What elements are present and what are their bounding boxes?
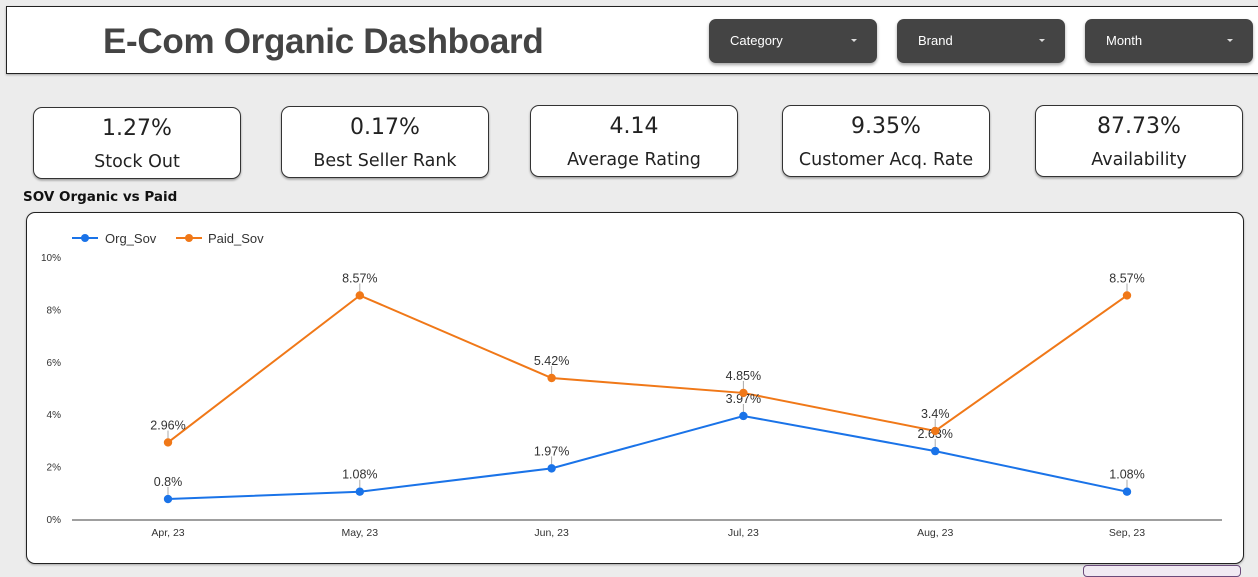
- data-point-org-sov[interactable]: [355, 487, 364, 496]
- x-tick-label: Jul, 23: [728, 527, 759, 539]
- legend-item-org-sov[interactable]: Org_Sov: [72, 231, 157, 246]
- y-axis: 0% 2% 4% 6% 8% 10%: [41, 253, 61, 526]
- data-label-paid-sov: 5.42%: [534, 354, 569, 368]
- data-point-org-sov[interactable]: [1122, 487, 1132, 496]
- x-tick-label: May, 23: [342, 527, 379, 539]
- data-label-org-sov: 1.08%: [1109, 468, 1144, 482]
- series-org-sov: [167, 414, 1128, 501]
- x-tick-label: Sep, 23: [1109, 527, 1145, 539]
- chart-series: 0.8%1.08%1.97%3.97%2.63%1.08%2.96%8.57%5…: [150, 271, 1145, 504]
- y-tick-label: 10%: [41, 253, 61, 264]
- x-tick-label: Aug, 23: [917, 527, 953, 539]
- data-point-paid-sov[interactable]: [739, 388, 748, 398]
- series-line-org-sov: [167, 414, 1128, 501]
- y-tick-label: 6%: [47, 358, 62, 369]
- legend-marker-paid-sov: [185, 234, 193, 242]
- next-panel-edge: [1083, 565, 1241, 577]
- data-label-paid-sov: 8.57%: [1109, 271, 1144, 285]
- data-point-org-sov[interactable]: [547, 464, 556, 473]
- data-point-paid-sov[interactable]: [1122, 291, 1132, 300]
- series-paid-sov: [167, 294, 1128, 444]
- data-point-paid-sov[interactable]: [931, 426, 940, 436]
- y-tick-label: 0%: [47, 515, 62, 526]
- data-point-paid-sov[interactable]: [547, 373, 556, 383]
- x-tick-label: Apr, 23: [151, 527, 184, 539]
- data-point-org-sov[interactable]: [163, 494, 173, 504]
- legend-marker-org-sov: [81, 234, 89, 242]
- legend-item-paid-sov[interactable]: Paid_Sov: [176, 231, 264, 246]
- data-point-org-sov[interactable]: [931, 446, 940, 456]
- data-label-org-sov: 0.8%: [154, 475, 183, 489]
- data-label-paid-sov: 2.96%: [150, 418, 185, 432]
- legend-label-paid-sov: Paid_Sov: [208, 231, 264, 246]
- data-label-paid-sov: 3.4%: [921, 407, 950, 421]
- data-label-paid-sov: 8.57%: [342, 271, 377, 285]
- legend-label-org-sov: Org_Sov: [105, 231, 157, 246]
- sov-line-chart: Org_Sov Paid_Sov 0% 2% 4% 6% 8% 10% Apr, 23 Ma…: [41, 231, 1222, 539]
- data-label-org-sov: 1.08%: [342, 468, 377, 482]
- series-line-paid-sov: [167, 294, 1128, 444]
- y-tick-label: 8%: [47, 305, 62, 316]
- data-label-paid-sov: 4.85%: [726, 369, 761, 383]
- data-point-paid-sov[interactable]: [163, 438, 173, 447]
- x-tick-label: Jun, 23: [534, 527, 569, 539]
- y-tick-label: 4%: [47, 410, 62, 421]
- y-tick-label: 2%: [47, 463, 62, 474]
- data-point-org-sov[interactable]: [739, 411, 748, 421]
- series-points-org-sov: 0.8%1.08%1.97%3.97%2.63%1.08%: [154, 392, 1145, 504]
- chart-legend: Org_Sov Paid_Sov: [72, 231, 264, 246]
- data-point-paid-sov[interactable]: [355, 291, 364, 300]
- x-axis: Apr, 23 May, 23 Jun, 23 Jul, 23 Aug, 23 Sep, …: [151, 527, 1145, 539]
- data-label-org-sov: 1.97%: [534, 444, 569, 458]
- series-points-paid-sov: 2.96% 8.57% 5.42% 4.85% 3.4% 8.57%: [150, 271, 1145, 447]
